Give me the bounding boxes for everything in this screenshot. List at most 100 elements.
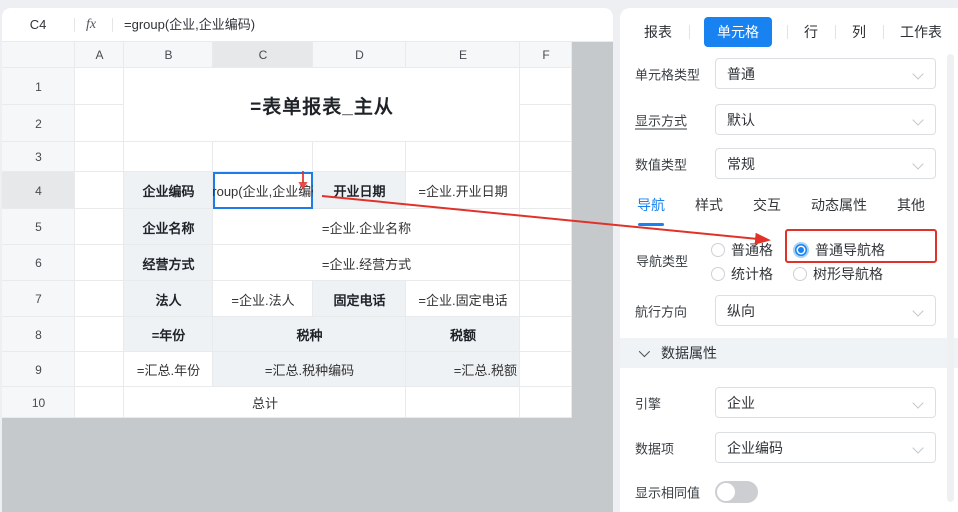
cell-B8[interactable]: =年份 [124,317,213,352]
subtab-动态属性[interactable]: 动态属性 [811,195,867,219]
tab-工作表[interactable]: 工作表 [898,17,944,47]
cell-B7[interactable]: 法人 [124,281,213,317]
cell-A1[interactable] [75,68,124,105]
data-properties-section-header[interactable]: 数据属性 [620,338,958,368]
tab-单元格[interactable]: 单元格 [704,17,772,47]
subtab-其他[interactable]: 其他 [897,195,925,219]
col-header-D[interactable]: D [313,42,406,68]
row-header-5[interactable]: 5 [2,209,75,245]
data-item-dropdown[interactable]: 企业编码 [715,432,936,463]
col-header-C[interactable]: C [213,42,313,68]
tab-行[interactable]: 行 [802,17,820,47]
cell-E3[interactable] [406,142,520,172]
cell-F3[interactable] [520,142,572,172]
cell-B4[interactable]: 企业编码 [124,172,213,209]
subtab-样式[interactable]: 样式 [695,195,723,219]
tab-报表[interactable]: 报表 [642,17,674,47]
formula-input[interactable]: =group(企业,企业编码) [124,8,255,41]
cell-D3[interactable] [313,142,406,172]
radio-option-普通导航格[interactable]: 普通导航格 [793,240,885,259]
cell-A4[interactable] [75,172,124,209]
radio-icon [793,267,807,281]
tab-列[interactable]: 列 [850,17,868,47]
cell-A10[interactable] [75,387,124,418]
cell-A5[interactable] [75,209,124,245]
cell-E7[interactable]: =企业.固定电话 [406,281,520,317]
corner-cell[interactable] [2,42,75,68]
radio-icon [711,267,725,281]
show-same-value-toggle[interactable] [715,481,758,503]
col-header-E[interactable]: E [406,42,520,68]
cell-B9[interactable]: =汇总.年份 [124,352,213,387]
subtab-导航[interactable]: 导航 [637,195,665,219]
cell-type-label: 单元格类型 [635,65,700,84]
display-mode-dropdown[interactable]: 默认 [715,104,936,135]
col-header-A[interactable]: A [75,42,124,68]
cell-F9[interactable] [520,352,572,387]
cell-B1[interactable]: =表单报表_主从 [124,68,520,142]
subtab-交互[interactable]: 交互 [753,195,781,219]
row-header-2[interactable]: 2 [2,105,75,142]
cell-B5[interactable]: 企业名称 [124,209,213,245]
cell-E9[interactable]: =汇总.税额 [406,352,520,387]
row-header-9[interactable]: 9 [2,352,75,387]
cell-E4[interactable]: =企业.开业日期 [406,172,520,209]
cell-A3[interactable] [75,142,124,172]
cell-A2[interactable] [75,105,124,142]
divider [74,18,75,32]
cell-C4[interactable]: =group(企业,企业编码) [213,172,313,209]
cell-C3[interactable] [213,142,313,172]
cell-E10[interactable] [406,387,520,418]
cell-C9[interactable]: =汇总.税种编码 [213,352,406,387]
nav-direction-dropdown[interactable]: 纵向 [715,295,936,326]
tab-divider [689,25,690,39]
cell-reference-box[interactable]: C4 [2,8,74,41]
nav-type-label: 导航类型 [636,251,688,270]
row-header-4[interactable]: 4 [2,172,75,209]
row-header-1[interactable]: 1 [2,68,75,105]
chevron-down-icon [912,68,923,79]
row-header-3[interactable]: 3 [2,142,75,172]
cell-D7[interactable]: 固定电话 [313,281,406,317]
cell-D4[interactable]: 开业日期 [313,172,406,209]
cell-F8[interactable] [520,317,572,352]
spreadsheet-workspace: C4 fx =group(企业,企业编码) ABCDEF12345678910=… [2,8,613,512]
row-header-10[interactable]: 10 [2,387,75,418]
row-header-8[interactable]: 8 [2,317,75,352]
cell-F10[interactable] [520,387,572,418]
field-engine: 引擎 企业 [620,387,958,419]
row-header-7[interactable]: 7 [2,281,75,317]
cell-B6[interactable]: 经营方式 [124,245,213,281]
cell-B10[interactable]: 总计 [124,387,406,418]
cell-E8[interactable]: 税额 [406,317,520,352]
cell-A9[interactable] [75,352,124,387]
col-header-F[interactable]: F [520,42,572,68]
cell-A7[interactable] [75,281,124,317]
cell-type-dropdown[interactable]: 普通 [715,58,936,89]
cell-F2[interactable] [520,105,572,142]
row-header-6[interactable]: 6 [2,245,75,281]
cell-A6[interactable] [75,245,124,281]
cell-C8[interactable]: 税种 [213,317,406,352]
cell-C6[interactable]: =企业.经营方式 [213,245,520,281]
radio-option-树形导航格[interactable]: 树形导航格 [793,264,885,283]
cell-F5[interactable] [520,209,572,245]
cell-F4[interactable] [520,172,572,209]
cell-F6[interactable] [520,245,572,281]
cell-F1[interactable] [520,68,572,105]
cell-C5[interactable]: =企业.企业名称 [213,209,520,245]
cell-A8[interactable] [75,317,124,352]
radio-option-普通格[interactable]: 普通格 [711,240,793,259]
radio-option-统计格[interactable]: 统计格 [711,264,793,283]
panel-scrollbar[interactable] [947,54,954,502]
cell-C7[interactable]: =企业.法人 [213,281,313,317]
display-mode-label[interactable]: 显示方式 [635,111,687,130]
spreadsheet: ABCDEF 12345678910 =表单报表_主从企业编码=group(企业,企… [2,42,572,418]
col-header-B[interactable]: B [124,42,213,68]
radio-icon [793,242,809,258]
cell-B3[interactable] [124,142,213,172]
engine-dropdown[interactable]: 企业 [715,387,936,418]
number-type-dropdown[interactable]: 常规 [715,148,936,179]
cell-F7[interactable] [520,281,572,317]
chevron-down-icon [912,305,923,316]
